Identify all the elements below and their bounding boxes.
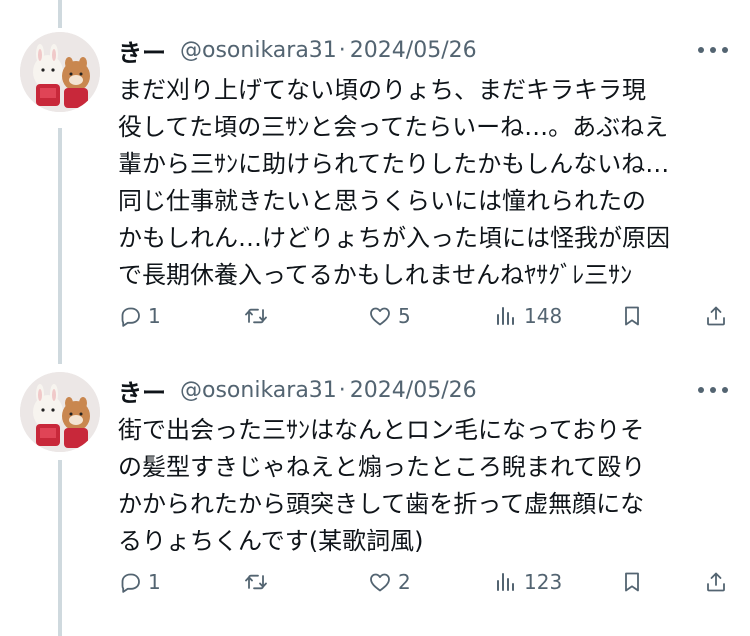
author-handle[interactable]: @osonikara31 [180, 378, 337, 403]
views-icon [497, 307, 514, 325]
tweet-text-line: の髪型すきじゃねえと煽ったところ睨まれて殴り [118, 453, 646, 481]
thread-line-top [58, 0, 62, 28]
avatar[interactable] [20, 32, 100, 112]
view-count: 148 [524, 304, 563, 328]
more-options-icon[interactable] [698, 38, 728, 62]
thread-line-bottom [58, 460, 62, 636]
bookmark-button[interactable] [620, 300, 644, 332]
tweet-text: まだ刈り上げてない頃のりょち、まだキラキラ現 役してた頃の三ｻﾝと会ってたらいー… [118, 72, 728, 294]
tweet-date[interactable]: 2024/05/26 [350, 378, 477, 403]
avatar-image [20, 372, 100, 452]
action-bar: 1 2 123 [118, 566, 730, 598]
tweet-text-line: まだ刈り上げてない頃のりょち、まだキラキラ現 [118, 76, 646, 104]
author-name[interactable]: きー [118, 373, 166, 408]
author-handle[interactable]: @osonikara31 [180, 38, 337, 63]
bookmark-button[interactable] [620, 566, 644, 598]
more-options-icon[interactable] [698, 378, 728, 402]
like-button[interactable]: 5 [368, 300, 411, 332]
tweet[interactable]: きー @osonikara31 · 2024/05/26 街で出会った三ｻﾝはな… [0, 372, 750, 612]
reply-button[interactable]: 1 [118, 566, 161, 598]
reply-button[interactable]: 1 [118, 300, 161, 332]
tweet-header: きー @osonikara31 · 2024/05/26 [118, 32, 477, 68]
retweet-icon [245, 308, 267, 324]
avatar[interactable] [20, 372, 100, 452]
tweet-text-line: 同じ仕事就きたいと思うくらいには憧れられたの [118, 187, 646, 215]
view-count: 123 [524, 570, 563, 594]
reply-icon [121, 573, 140, 593]
tweet-text-line: 街で出会った三ｻﾝはなんとロン毛になっておりそ [118, 416, 645, 444]
views-button[interactable]: 148 [494, 300, 562, 332]
reply-icon [121, 307, 140, 327]
retweet-button[interactable] [244, 300, 274, 332]
tweet-text-line: で長期休養入ってるかもしれませんねﾔｻｸﾞﾚ三ｻﾝ [118, 261, 633, 289]
share-button[interactable] [704, 300, 728, 332]
heart-icon [370, 573, 390, 592]
reply-count: 1 [148, 570, 161, 594]
separator-dot: · [338, 37, 346, 63]
tweet-date[interactable]: 2024/05/26 [350, 38, 477, 63]
tweet-text: 街で出会った三ｻﾝはなんとロン毛になっておりそ の髪型すきじゃねえと煽ったところ… [118, 412, 728, 560]
like-button[interactable]: 2 [368, 566, 411, 598]
tweet-text-line: かかられたから頭突きして歯を折って虚無顔にな [118, 490, 645, 518]
views-button[interactable]: 123 [494, 566, 562, 598]
like-count: 5 [398, 304, 411, 328]
share-icon [707, 306, 725, 326]
share-button[interactable] [704, 566, 728, 598]
retweet-button[interactable] [244, 566, 274, 598]
bookmark-icon [625, 572, 639, 592]
tweet-text-line: かもしれん…けどりょちが入った頃には怪我が原因 [118, 224, 670, 252]
avatar-image [20, 32, 100, 112]
tweet-header: きー @osonikara31 · 2024/05/26 [118, 372, 477, 408]
separator-dot: · [338, 377, 346, 403]
heart-icon [370, 307, 390, 326]
author-name[interactable]: きー [118, 33, 166, 68]
action-bar: 1 5 148 [118, 300, 730, 332]
bookmark-icon [625, 306, 639, 326]
tweet-text-line: 役してた頃の三ｻﾝと会ってたらいーね…。あぶねえ [118, 113, 669, 141]
like-count: 2 [398, 570, 411, 594]
views-icon [497, 573, 514, 591]
reply-count: 1 [148, 304, 161, 328]
share-icon [707, 572, 725, 592]
tweet[interactable]: きー @osonikara31 · 2024/05/26 まだ刈り上げてない頃の… [0, 32, 750, 342]
retweet-icon [245, 574, 267, 590]
tweet-text-line: 輩から三ｻﾝに助けられてたりしたかもしんないね… [118, 150, 670, 178]
tweet-text-line: るりょちくんです(某歌詞風) [118, 527, 424, 555]
